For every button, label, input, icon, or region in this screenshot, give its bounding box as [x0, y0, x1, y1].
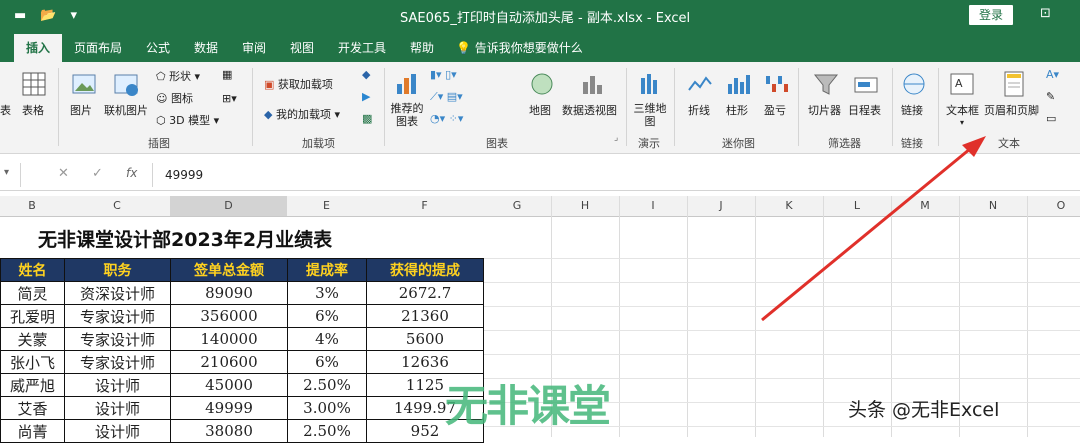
- credit-text: 头条 @无非Excel: [848, 399, 1000, 421]
- watermark-logo: 无非课堂: [445, 382, 611, 432]
